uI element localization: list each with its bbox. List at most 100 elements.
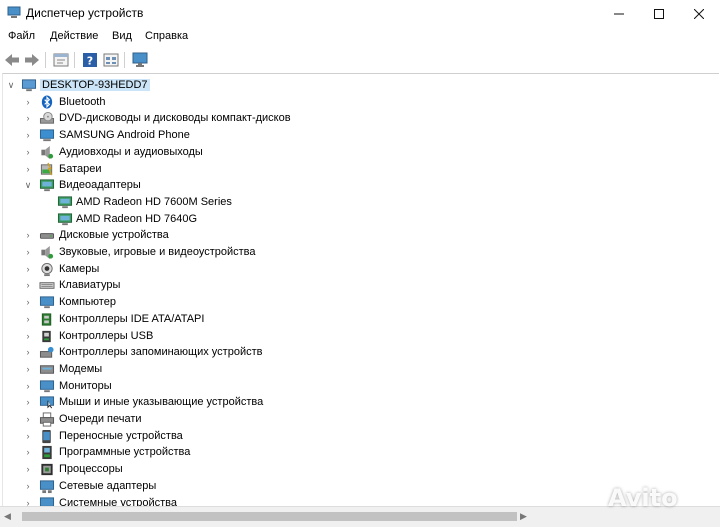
battery-icon (39, 162, 55, 177)
processor-icon (39, 462, 55, 477)
chevron-right-icon[interactable]: › (22, 94, 34, 111)
bluetooth-icon (39, 95, 55, 110)
help-icon[interactable]: ? (81, 51, 99, 69)
chevron-right-icon[interactable]: › (22, 294, 34, 311)
tree-item-label: SAMSUNG Android Phone (59, 129, 190, 141)
chevron-right-icon[interactable]: › (22, 428, 34, 445)
chevron-right-icon[interactable]: › (22, 311, 34, 328)
tree-category-item[interactable]: › Модемы (3, 361, 703, 378)
chevron-right-icon[interactable]: › (22, 344, 34, 361)
tree-item-label: Батареи (59, 163, 102, 175)
tree-category-item[interactable]: › Сетевые адаптеры (3, 478, 703, 495)
toolbar-separator (124, 52, 125, 68)
chevron-right-icon[interactable]: › (22, 161, 34, 178)
tree-category-item[interactable]: ›Камеры (3, 261, 703, 278)
tree-root[interactable]: ∨DESKTOP-93HEDD7 (3, 77, 703, 94)
phone-monitor-icon (39, 128, 55, 143)
scrollbar-thumb[interactable] (22, 512, 517, 521)
tree-item-label: Программные устройства (59, 446, 190, 458)
tree-category-item[interactable]: › Батареи (3, 161, 703, 178)
tree-category-item[interactable]: › Контроллеры IDE ATA/ATAPI (3, 311, 703, 328)
svg-text:?: ? (87, 55, 93, 68)
display-adapter-icon (39, 178, 55, 193)
tree-item-label: Компьютер (59, 296, 116, 308)
chevron-right-icon[interactable]: › (22, 478, 34, 495)
disk-drive-icon (39, 228, 55, 243)
mouse-icon (39, 395, 55, 410)
tree-category-item[interactable]: › Звуковые, игровые и видеоустройства (3, 244, 703, 261)
speaker-icon (39, 245, 55, 260)
tree-category-item[interactable]: ›Контроллеры запоминающих устройств (3, 344, 703, 361)
chevron-right-icon[interactable]: › (22, 127, 34, 144)
back-arrow-icon[interactable] (3, 51, 21, 69)
tree-category-item[interactable]: ›Клавиатуры (3, 277, 703, 294)
forward-arrow-icon[interactable] (23, 51, 41, 69)
tree-category-item[interactable]: › SAMSUNG Android Phone (3, 127, 703, 144)
display-adapter-icon (57, 195, 73, 210)
network-adapter-icon (39, 479, 55, 494)
tree-category-item[interactable]: › DVD-дисководы и дисководы компакт-диско… (3, 110, 703, 127)
menu-action[interactable]: Действие (50, 30, 98, 42)
tree-category-item[interactable]: › Компьютер (3, 294, 703, 311)
tree-item-label: Аудиовходы и аудиовыходы (59, 146, 203, 158)
modem-icon (39, 362, 55, 377)
tree-category-item[interactable]: ›Мыши и иные указывающие устройства (3, 394, 703, 411)
close-button[interactable] (676, 0, 720, 26)
tree-category-item[interactable]: ∨ Видеоадаптеры (3, 177, 703, 194)
chevron-right-icon[interactable]: › (22, 361, 34, 378)
maximize-icon (654, 9, 664, 19)
toolbar-separator (74, 52, 75, 68)
tree-device-item[interactable]: AMD Radeon HD 7600M Series (3, 194, 703, 211)
chevron-right-icon[interactable]: › (22, 411, 34, 428)
chevron-right-icon[interactable]: › (22, 277, 34, 294)
menu-help[interactable]: Справка (145, 30, 188, 42)
menu-view[interactable]: Вид (112, 30, 132, 42)
chevron-right-icon[interactable]: › (22, 110, 34, 127)
tree-category-item[interactable]: ›Bluetooth (3, 94, 703, 111)
tree-item-label: Контроллеры IDE ATA/ATAPI (59, 313, 204, 325)
portable-device-icon (39, 429, 55, 444)
tree-category-item[interactable]: › Очереди печати (3, 411, 703, 428)
tree-item-label: Видеоадаптеры (59, 179, 141, 191)
menu-file[interactable]: Файл (8, 30, 35, 42)
menu-bar: Файл Действие Вид Справка (0, 26, 720, 46)
tree-category-item[interactable]: ›Процессоры (3, 461, 703, 478)
scroll-left-arrow-icon[interactable]: ◀ (4, 511, 11, 522)
tree-item-label: DVD-дисководы и дисководы компакт-дисков (59, 112, 291, 124)
chevron-right-icon[interactable]: › (22, 394, 34, 411)
camera-icon (39, 262, 55, 277)
tree-category-item[interactable]: › Программные устройства (3, 444, 703, 461)
device-manager-app-icon (7, 6, 21, 19)
tree-item-label: Контроллеры USB (59, 330, 153, 342)
chevron-right-icon[interactable]: › (22, 244, 34, 261)
chevron-right-icon[interactable]: › (22, 144, 34, 161)
scroll-right-arrow-icon[interactable]: ▶ (520, 511, 527, 522)
tree-item-label: Звуковые, игровые и видеоустройства (59, 246, 256, 258)
properties-icon[interactable] (52, 51, 70, 69)
tree-category-item[interactable]: › Контроллеры USB (3, 328, 703, 345)
speaker-icon (39, 145, 55, 160)
chevron-right-icon[interactable]: › (22, 461, 34, 478)
tree-category-item[interactable]: ›Мониторы (3, 378, 703, 395)
chevron-down-icon[interactable]: ∨ (5, 77, 17, 94)
chevron-down-icon[interactable]: ∨ (22, 177, 34, 194)
tree-category-item[interactable]: ›Дисковые устройства (3, 227, 703, 244)
chevron-right-icon[interactable]: › (22, 328, 34, 345)
computer-icon (21, 78, 37, 93)
chevron-right-icon[interactable]: › (22, 261, 34, 278)
keyboard-icon (39, 278, 55, 293)
scan-hardware-icon[interactable] (131, 51, 149, 69)
chevron-right-icon[interactable]: › (22, 227, 34, 244)
tree-item-label: Очереди печати (59, 413, 142, 425)
view-icon[interactable] (102, 51, 120, 69)
tree-category-item[interactable]: › Аудиовходы и аудиовыходы (3, 144, 703, 161)
tree-device-item[interactable]: AMD Radeon HD 7640G (3, 211, 703, 228)
chevron-right-icon[interactable]: › (22, 378, 34, 395)
tree-item-label: Сетевые адаптеры (59, 480, 156, 492)
chevron-right-icon[interactable]: › (22, 444, 34, 461)
tree-item-label: Переносные устройства (59, 430, 183, 442)
watermark-text: Avito (608, 484, 678, 512)
tree-item-label: Модемы (59, 363, 102, 375)
printer-icon (39, 412, 55, 427)
tree-category-item[interactable]: › Переносные устройства (3, 428, 703, 445)
